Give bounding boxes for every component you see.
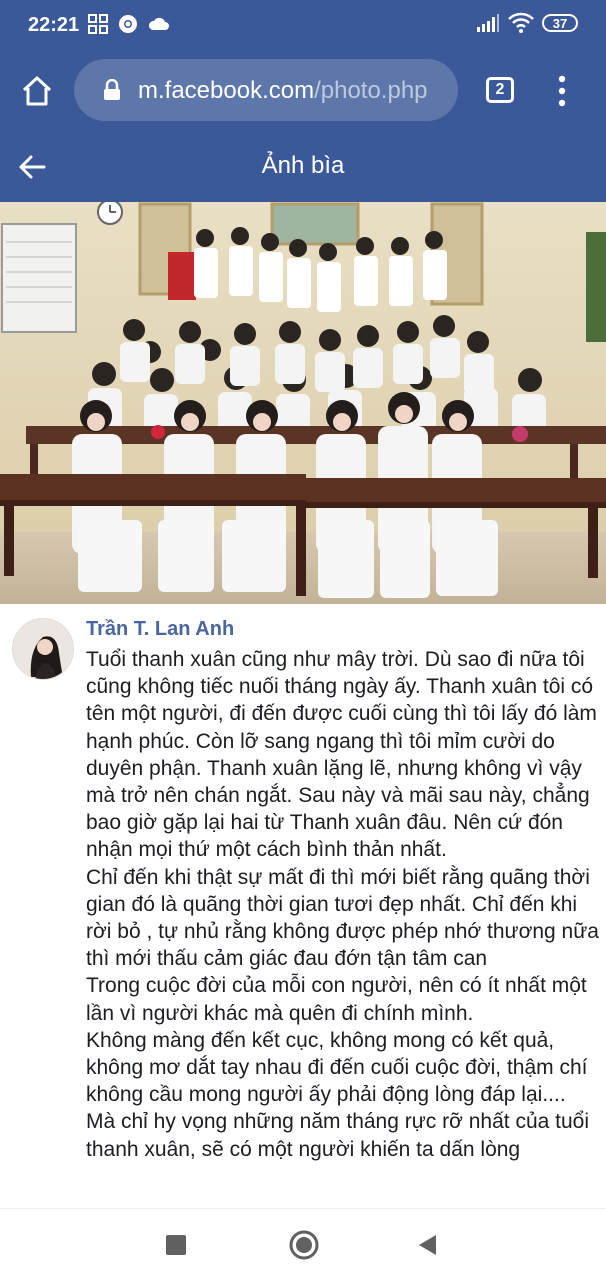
url-text[interactable]: m.facebook.com/photo.php xyxy=(138,77,454,105)
system-navigation-bar xyxy=(0,1208,606,1281)
grid-app-icon xyxy=(88,14,108,34)
back-triangle-icon[interactable] xyxy=(416,1233,438,1257)
post-paragraph: Tuổi thanh xuân cũng như mây trời. Dù sa… xyxy=(86,648,597,862)
avatar[interactable] xyxy=(12,618,74,680)
recent-apps-icon[interactable] xyxy=(166,1235,186,1255)
post-paragraph: Trong cuộc đời của mỗi con người, nên có… xyxy=(86,974,587,1025)
cover-photo[interactable] xyxy=(0,202,606,604)
page-header: Ảnh bìa xyxy=(0,132,606,202)
post: Trần T. Lan Anh Tuổi thanh xuân cũng như… xyxy=(0,604,606,1208)
cloud-icon xyxy=(148,17,169,30)
tab-switcher-button[interactable]: 2 xyxy=(486,77,514,103)
cover-photo-image xyxy=(0,202,606,604)
signal-icon xyxy=(477,14,499,32)
url-domain: m.facebook.com xyxy=(138,77,315,104)
post-paragraph: Mà chỉ hy vọng những năm tháng rực rỡ nh… xyxy=(86,1110,589,1161)
post-text: Tuổi thanh xuân cũng như mây trời. Dù sa… xyxy=(86,646,600,1163)
wifi-icon xyxy=(508,12,534,33)
more-options-icon[interactable] xyxy=(552,74,572,108)
chrome-icon xyxy=(119,15,137,33)
post-paragraph: Không màng đến kết cục, không mong có kế… xyxy=(86,1028,588,1107)
post-author[interactable]: Trần T. Lan Anh xyxy=(86,618,234,641)
url-path: /photo.php xyxy=(314,77,428,104)
browser-toolbar: m.facebook.com/photo.php 2 xyxy=(0,50,606,132)
status-bar: 22:21 37 xyxy=(0,0,606,50)
home-circle-icon[interactable] xyxy=(289,1230,319,1260)
battery-icon: 37 xyxy=(542,14,578,32)
lock-icon xyxy=(104,79,120,100)
status-right-icons: 37 xyxy=(476,12,578,34)
post-paragraph: Chỉ đến khi thật sự mất đi thì mới biết … xyxy=(86,865,599,971)
page-title: Ảnh bìa xyxy=(261,152,345,179)
status-time: 22:21 xyxy=(28,14,80,36)
address-bar[interactable]: m.facebook.com/photo.php xyxy=(74,59,458,121)
avatar-image xyxy=(13,619,73,679)
status-left-icons xyxy=(88,14,170,34)
home-icon[interactable] xyxy=(20,74,54,108)
